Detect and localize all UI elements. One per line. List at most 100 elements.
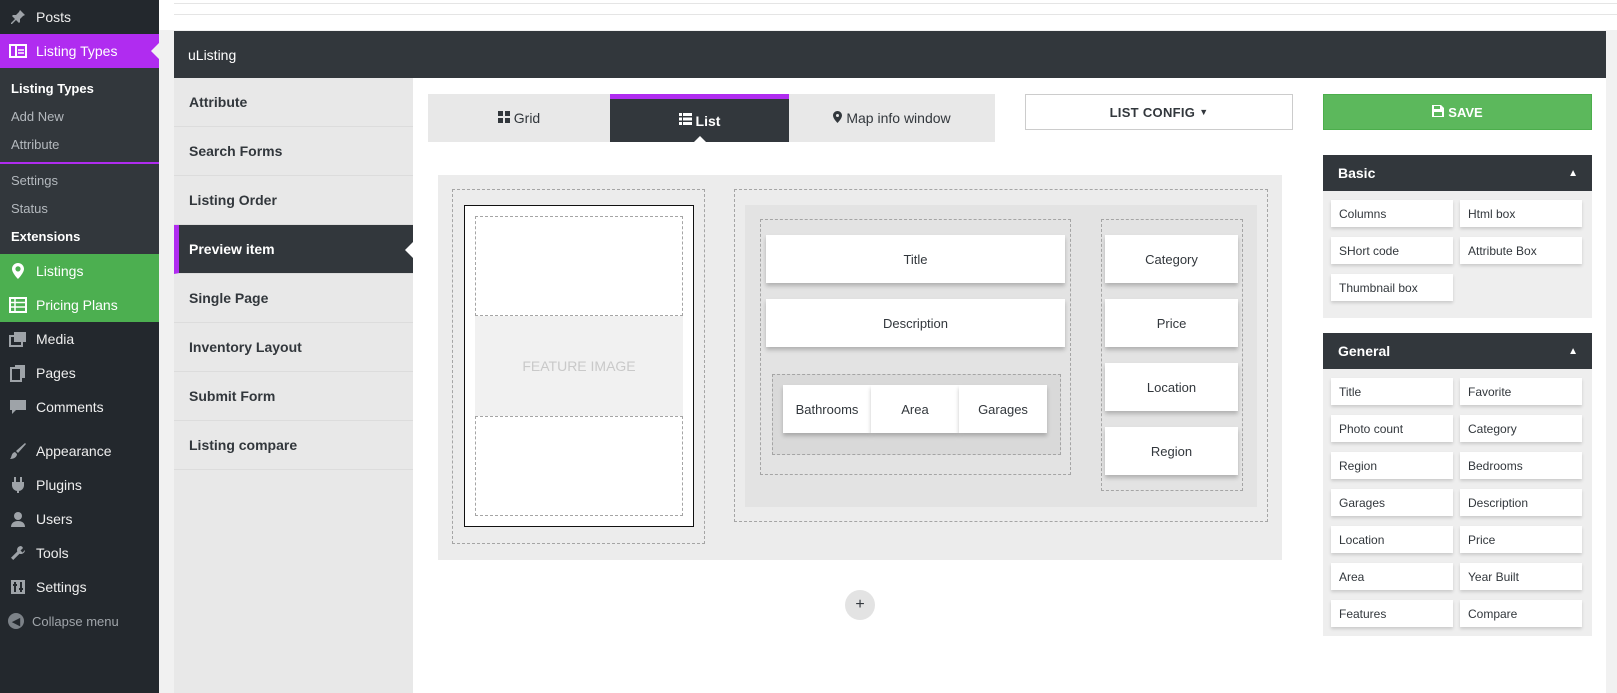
nav-item-listing-order[interactable]: Listing Order (174, 176, 413, 225)
palette-item-attribute-box[interactable]: Attribute Box (1460, 237, 1582, 264)
top-notice-area (159, 0, 1617, 30)
wp-menu-tools-label: Tools (36, 545, 69, 561)
tab-grid-label: Grid (513, 110, 541, 126)
wp-submenu-add-new[interactable]: Add New (0, 102, 159, 130)
wp-menu-media[interactable]: Media (0, 322, 159, 356)
map-marker-icon (8, 261, 28, 281)
palette-item-photo-count[interactable]: Photo count (1331, 415, 1453, 442)
wp-submenu-extensions[interactable]: Extensions (0, 222, 159, 250)
wp-menu-settings[interactable]: Settings (0, 570, 159, 604)
tab-map-info-window[interactable]: Map info window (789, 94, 995, 142)
tab-grid[interactable]: Grid (428, 94, 610, 142)
field-region[interactable]: Region (1105, 427, 1238, 475)
palette-item-html-box[interactable]: Html box (1460, 200, 1582, 227)
list-config-dropdown[interactable]: LIST CONFIG ▼ (1025, 94, 1293, 130)
field-category[interactable]: Category (1105, 235, 1238, 283)
field-title[interactable]: Title (766, 235, 1065, 283)
nav-item-search-forms[interactable]: Search Forms (174, 127, 413, 176)
field-area[interactable]: Area (871, 385, 959, 433)
palette-item-year-built[interactable]: Year Built (1460, 563, 1582, 590)
map-marker-icon (833, 110, 843, 126)
builder-column-right[interactable]: Title Description Bathrooms Area Garages… (734, 189, 1268, 522)
field-location[interactable]: Location (1105, 363, 1238, 411)
wp-menu-tools[interactable]: Tools (0, 536, 159, 570)
collapse-arrow-icon: ◀ (8, 613, 24, 629)
attribute-box[interactable]: Bathrooms Area Garages (772, 374, 1061, 455)
thumbnail-box[interactable]: FEATURE IMAGE (464, 205, 694, 527)
menu-spacer (0, 424, 159, 434)
palette-item-description[interactable]: Description (1460, 489, 1582, 516)
thumbnail-drop-zone-top[interactable] (475, 216, 683, 316)
palette-basic: Basic ▲ Columns Html box SHort code Attr… (1323, 155, 1592, 318)
palette-item-garages[interactable]: Garages (1331, 489, 1453, 516)
wp-submenu-listing-types: Listing Types Add New Attribute (0, 68, 159, 162)
palette-item-location[interactable]: Location (1331, 526, 1453, 553)
wp-submenu-listing-types-item[interactable]: Listing Types (0, 74, 159, 102)
tab-list[interactable]: List (610, 94, 789, 142)
nav-item-inventory-layout[interactable]: Inventory Layout (174, 323, 413, 372)
palette-general-title: General (1338, 343, 1391, 359)
field-price[interactable]: Price (1105, 299, 1238, 347)
wp-menu-listings[interactable]: Listings (0, 254, 159, 288)
wp-submenu-extra: Settings Status Extensions (0, 164, 159, 254)
field-description[interactable]: Description (766, 299, 1065, 347)
divider (174, 3, 1617, 4)
palette-item-title[interactable]: Title (1331, 378, 1453, 405)
wp-menu-plugins-label: Plugins (36, 477, 82, 493)
nav-item-listing-compare[interactable]: Listing compare (174, 421, 413, 470)
palette-item-price[interactable]: Price (1460, 526, 1582, 553)
builder-column-left[interactable]: FEATURE IMAGE (452, 189, 705, 544)
app-header: uListing (174, 31, 1606, 78)
palette-item-columns[interactable]: Columns (1331, 200, 1453, 227)
layout-builder-canvas: FEATURE IMAGE Title Description Bathroom… (438, 175, 1282, 560)
wp-menu-pricing-plans[interactable]: Pricing Plans (0, 288, 159, 322)
builder-drop-zone-side[interactable]: Category Price Location Region (1101, 219, 1243, 491)
grid-icon (497, 110, 510, 126)
nav-item-preview-item[interactable]: Preview item (174, 225, 413, 274)
wp-admin-sidebar: Posts Listing Types Listing Types Add Ne… (0, 0, 159, 693)
add-row-button[interactable]: + (845, 590, 875, 620)
field-bathrooms[interactable]: Bathrooms (783, 385, 871, 433)
palette-item-region[interactable]: Region (1331, 452, 1453, 479)
media-icon (8, 329, 28, 349)
palette-item-category[interactable]: Category (1460, 415, 1582, 442)
nav-item-single-page[interactable]: Single Page (174, 274, 413, 323)
thumbnail-drop-zone-bottom[interactable] (475, 416, 683, 516)
wp-menu-users[interactable]: Users (0, 502, 159, 536)
wp-menu-pages[interactable]: Pages (0, 356, 159, 390)
pin-icon (8, 7, 28, 27)
list-icon (678, 113, 692, 128)
field-garages[interactable]: Garages (959, 385, 1047, 433)
save-button[interactable]: SAVE (1323, 94, 1592, 130)
palette-item-favorite[interactable]: Favorite (1460, 378, 1582, 405)
nav-item-attribute[interactable]: Attribute (174, 78, 413, 127)
wp-menu-users-label: Users (36, 511, 73, 527)
list-config-label: LIST CONFIG (1109, 104, 1196, 120)
palette-general: General ▲ Title Favorite Photo count Cat… (1323, 333, 1592, 636)
wp-submenu-status[interactable]: Status (0, 194, 159, 222)
settings-side-nav: Attribute Search Forms Listing Order Pre… (174, 78, 413, 693)
wp-menu-appearance[interactable]: Appearance (0, 434, 159, 468)
table-icon (8, 295, 28, 315)
wp-menu-posts[interactable]: Posts (0, 0, 159, 34)
palette-basic-header[interactable]: Basic ▲ (1323, 155, 1592, 191)
wp-menu-listing-types[interactable]: Listing Types (0, 34, 159, 68)
builder-drop-zone-main[interactable]: Title Description Bathrooms Area Garages (760, 219, 1071, 475)
wp-menu-comments[interactable]: Comments (0, 390, 159, 424)
nav-item-submit-form[interactable]: Submit Form (174, 372, 413, 421)
palette-item-bedrooms[interactable]: Bedrooms (1460, 452, 1582, 479)
palette-item-thumbnail-box[interactable]: Thumbnail box (1331, 274, 1453, 301)
wp-submenu-settings[interactable]: Settings (0, 166, 159, 194)
palette-item-area[interactable]: Area (1331, 563, 1453, 590)
wp-menu-plugins[interactable]: Plugins (0, 468, 159, 502)
wp-menu-listing-types-label: Listing Types (36, 43, 118, 59)
wp-submenu-attribute[interactable]: Attribute (0, 130, 159, 158)
view-tabs: Grid List Map info window (428, 94, 995, 142)
palette-item-short-code[interactable]: SHort code (1331, 237, 1453, 264)
palette-item-compare[interactable]: Compare (1460, 600, 1582, 627)
wp-menu-settings-label: Settings (36, 579, 87, 595)
palette-general-header[interactable]: General ▲ (1323, 333, 1592, 369)
wp-menu-collapse[interactable]: ◀ Collapse menu (0, 604, 159, 638)
palette-item-features[interactable]: Features (1331, 600, 1453, 627)
layout-icon (8, 41, 28, 61)
